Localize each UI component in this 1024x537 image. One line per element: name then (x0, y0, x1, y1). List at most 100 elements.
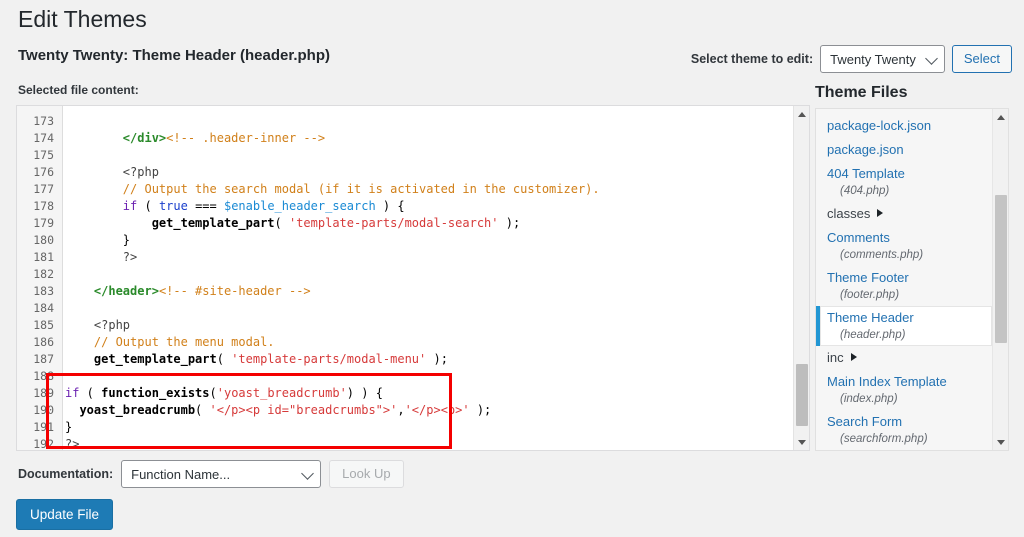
line-number: 180 (17, 232, 62, 249)
code-token (65, 131, 123, 145)
theme-file-name: inc (827, 349, 982, 367)
theme-file-name: Main Index Template (827, 373, 982, 391)
theme-select-value: Twenty Twenty (830, 52, 916, 67)
theme-file-item[interactable]: Main Index Template(index.php) (816, 370, 992, 410)
theme-file-item[interactable]: inc (816, 346, 992, 370)
code-token (65, 216, 152, 230)
line-number: 175 (17, 147, 62, 164)
theme-files-list: package-lock.json package.json 404 Templat… (816, 109, 992, 450)
function-name-select[interactable]: Function Name... (121, 460, 321, 488)
code-line: ?> (63, 249, 793, 266)
line-number: 174 (17, 130, 62, 147)
code-token (65, 284, 94, 298)
theme-file-item[interactable]: classes (816, 202, 992, 226)
code-token: ( (137, 199, 159, 213)
code-token (65, 182, 123, 196)
code-line: <?php (63, 317, 793, 334)
theme-selector-bar: Select theme to edit: Twenty Twenty Sele… (691, 45, 1012, 73)
code-line: // Output the menu modal. (63, 334, 793, 351)
files-scroll-up-arrow-icon[interactable] (993, 109, 1009, 125)
theme-files-scrollbar[interactable] (992, 109, 1008, 450)
line-number: 190 (17, 402, 62, 419)
code-line: // Output the search modal (if it is act… (63, 181, 793, 198)
documentation-row: Documentation: Function Name... Look Up (18, 460, 404, 488)
theme-file-filename: (footer.php) (827, 287, 982, 303)
selected-file-content-label: Selected file content: (18, 81, 139, 99)
select-theme-label: Select theme to edit: (691, 52, 813, 66)
code-line: ?> (63, 436, 793, 450)
code-token: // Output the menu modal. (94, 335, 275, 349)
code-editor[interactable]: 1731741751761771781791801811821831841851… (16, 105, 810, 451)
theme-file-item-selected[interactable]: Theme Header(header.php) (816, 306, 992, 346)
code-token: ( (217, 352, 231, 366)
code-token: </header> (94, 284, 159, 298)
theme-files-title: Theme Files (815, 84, 907, 102)
look-up-button[interactable]: Look Up (329, 460, 403, 488)
chevron-down-icon (925, 52, 938, 65)
theme-file-filename: (searchform.php) (827, 431, 982, 447)
line-number: 191 (17, 419, 62, 436)
theme-file-name: Theme Footer (827, 269, 982, 287)
code-line: } (63, 419, 793, 436)
theme-file-name: Search Form (827, 413, 982, 431)
code-token (65, 335, 94, 349)
theme-select-dropdown[interactable]: Twenty Twenty (820, 45, 945, 73)
theme-file-item[interactable]: package.json (816, 138, 992, 162)
code-token: 'template-parts/modal-search' (289, 216, 499, 230)
line-number: 173 (17, 113, 62, 130)
select-theme-button[interactable]: Select (952, 45, 1012, 73)
line-number: 183 (17, 283, 62, 300)
theme-file-name: classes (827, 205, 982, 223)
current-file-heading: Twenty Twenty: Theme Header (header.php) (18, 45, 330, 67)
files-scroll-down-arrow-icon[interactable] (993, 434, 1009, 450)
code-token: if (65, 386, 79, 400)
code-token: ?> (123, 250, 137, 264)
theme-file-item[interactable]: Search Form(searchform.php) (816, 410, 992, 450)
theme-file-name: Theme Header (827, 309, 982, 327)
code-token: </div> (123, 131, 166, 145)
code-line: if ( true === $enable_header_search ) { (63, 198, 793, 215)
theme-file-filename: (comments.php) (827, 247, 982, 263)
code-token: ); (470, 403, 492, 417)
line-number: 184 (17, 300, 62, 317)
theme-file-name: package.json (827, 141, 982, 159)
theme-file-item[interactable]: Theme Footer(footer.php) (816, 266, 992, 306)
scroll-down-arrow-icon[interactable] (794, 434, 810, 450)
code-token: ) { (376, 199, 405, 213)
code-token: <!-- .header-inner --> (166, 131, 325, 145)
code-token: } (65, 233, 130, 247)
code-line: get_template_part( 'template-parts/modal… (63, 215, 793, 232)
line-number: 185 (17, 317, 62, 334)
code-token: get_template_part (94, 352, 217, 366)
scroll-up-arrow-icon[interactable] (794, 106, 810, 122)
theme-file-name: Comments (827, 229, 982, 247)
code-line (63, 147, 793, 164)
line-number: 187 (17, 351, 62, 368)
code-token: ); (426, 352, 448, 366)
code-token: yoast_breadcrumb (79, 403, 195, 417)
code-token: ( (195, 403, 209, 417)
theme-file-item[interactable]: Comments(comments.php) (816, 226, 992, 266)
line-number: 181 (17, 249, 62, 266)
line-number-gutter: 1731741751761771781791801811821831841851… (17, 106, 63, 450)
folder-expand-arrow-icon[interactable] (877, 209, 883, 217)
documentation-label: Documentation: (18, 467, 113, 481)
code-token: ); (499, 216, 521, 230)
code-token (65, 352, 94, 366)
files-scrollbar-thumb[interactable] (995, 195, 1007, 343)
code-token: function_exists (101, 386, 209, 400)
editor-scrollbar-thumb[interactable] (796, 364, 808, 426)
code-token: === (188, 199, 224, 213)
function-name-value: Function Name... (131, 467, 230, 482)
theme-file-filename: (header.php) (827, 327, 982, 343)
line-number: 178 (17, 198, 62, 215)
theme-file-item[interactable]: package-lock.json (816, 114, 992, 138)
folder-expand-arrow-icon[interactable] (851, 353, 857, 361)
line-number: 182 (17, 266, 62, 283)
update-file-button[interactable]: Update File (16, 499, 113, 530)
code-token (65, 318, 94, 332)
code-line: </div><!-- .header-inner --> (63, 130, 793, 147)
editor-vertical-scrollbar[interactable] (793, 106, 809, 450)
theme-file-item[interactable]: 404 Template(404.php) (816, 162, 992, 202)
code-content-area[interactable]: </div><!-- .header-inner --> <?php // Ou… (63, 106, 793, 450)
